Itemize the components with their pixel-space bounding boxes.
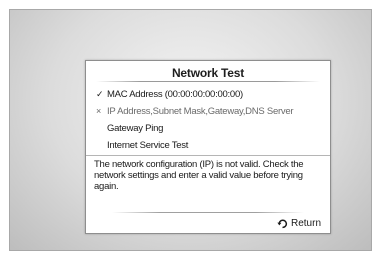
test-label: Internet Service Test: [107, 140, 189, 151]
test-item-ip-settings: × IP Address,Subnet Mask,Gateway,DNS Ser…: [96, 103, 324, 120]
error-message: The network configuration (IP) is not va…: [94, 159, 304, 192]
test-list: ✓ MAC Address (00:00:00:00:00:00) × IP A…: [96, 86, 324, 154]
return-button[interactable]: Return: [277, 216, 321, 230]
check-icon: ✓: [96, 89, 104, 99]
footer-divider: [112, 212, 304, 213]
tv-frame: Network Test ✓ MAC Address (00:00:00:00:…: [0, 0, 381, 260]
return-label: Return: [290, 217, 321, 229]
network-test-dialog: Network Test ✓ MAC Address (00:00:00:00:…: [85, 60, 331, 234]
return-arrow-icon: [277, 218, 288, 229]
test-item-internet-service: Internet Service Test: [96, 137, 324, 154]
test-label: IP Address,Subnet Mask,Gateway,DNS Serve…: [107, 106, 294, 117]
title-divider: [96, 81, 320, 82]
test-label: Gateway Ping: [107, 123, 164, 134]
test-item-mac-address: ✓ MAC Address (00:00:00:00:00:00): [96, 86, 324, 103]
test-label: MAC Address (00:00:00:00:00:00): [107, 89, 243, 100]
message-divider: [86, 155, 330, 156]
screen-background: Network Test ✓ MAC Address (00:00:00:00:…: [9, 9, 372, 251]
test-item-gateway-ping: Gateway Ping: [96, 120, 324, 137]
dialog-title: Network Test: [171, 66, 245, 80]
cross-icon: ×: [96, 106, 102, 116]
